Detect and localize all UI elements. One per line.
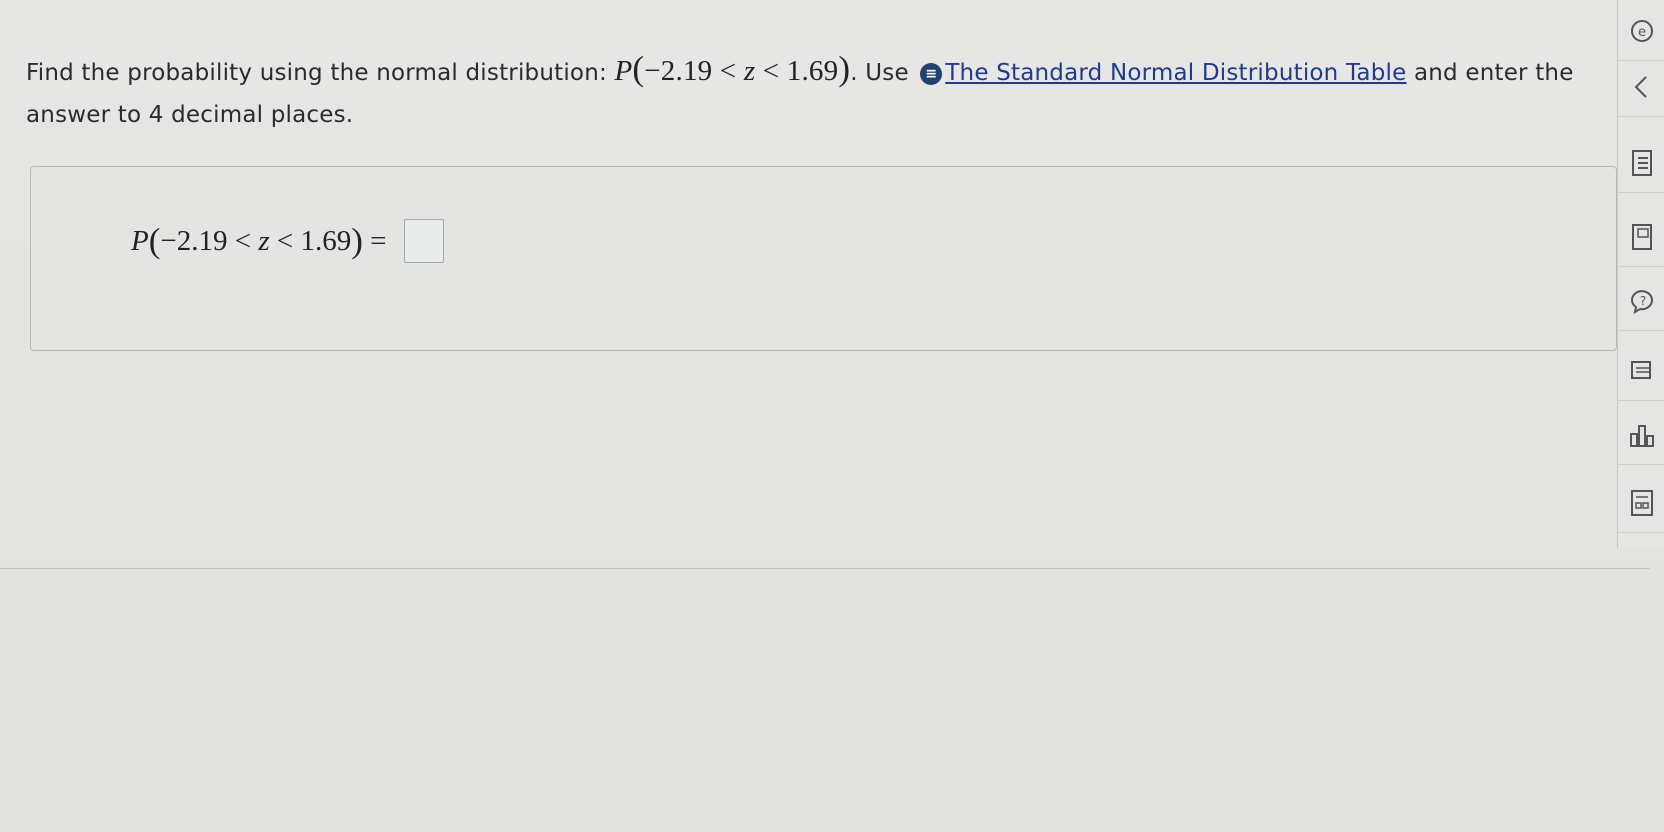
- math-variable: z: [743, 55, 756, 87]
- math-p: P: [131, 224, 149, 257]
- math-p: P: [614, 55, 633, 87]
- question-math: P(−2.19 < z < 1.69): [614, 49, 850, 88]
- help-icon: ?: [1629, 288, 1655, 318]
- question-use-text: . Use: [850, 60, 917, 86]
- toolbar-item-collapse[interactable]: [1618, 62, 1664, 117]
- bar-chart-icon: [1629, 422, 1655, 452]
- math-less-than: <: [712, 55, 744, 87]
- math-variable: z: [258, 224, 270, 257]
- math-lower-bound: −2.19: [160, 224, 228, 257]
- math-close-paren: ): [351, 221, 363, 260]
- circle-e-icon: e: [1629, 18, 1655, 48]
- toolbar-item-list[interactable]: [1618, 138, 1664, 193]
- list-icon: [1630, 149, 1654, 181]
- toolbar-item-statcrunch[interactable]: [1618, 410, 1664, 465]
- answer-equation: P(−2.19 < z < 1.69) =: [131, 219, 444, 263]
- table-info-icon[interactable]: ≡: [920, 63, 943, 85]
- answer-input[interactable]: [403, 219, 444, 263]
- question-intro: Find the probability using the normal di…: [26, 60, 615, 86]
- toolbar-item-print[interactable]: [1618, 346, 1664, 401]
- side-toolbar: e ?: [1617, 0, 1664, 548]
- svg-text:?: ?: [1639, 294, 1645, 308]
- math-equals: =: [362, 224, 394, 257]
- math-close-paren: ): [838, 49, 851, 88]
- math-upper-bound: 1.69: [300, 224, 352, 257]
- svg-text:e: e: [1638, 25, 1646, 40]
- math-open-paren: (: [148, 221, 161, 260]
- math-less-than: <: [269, 224, 301, 257]
- math-less-than: <: [755, 55, 787, 87]
- print-icon: [1629, 358, 1655, 388]
- math-upper-bound: 1.69: [786, 55, 839, 87]
- question-prompt: Find the probability using the normal di…: [26, 48, 1616, 136]
- toolbar-item-textbook[interactable]: [1618, 212, 1664, 267]
- screen: Find the probability using the normal di…: [0, 0, 1664, 832]
- toolbar-item-help[interactable]: ?: [1618, 276, 1664, 331]
- toolbar-item-ebook[interactable]: e: [1618, 6, 1664, 61]
- math-open-paren: (: [632, 49, 645, 88]
- toolbar-item-calculator[interactable]: [1618, 478, 1664, 533]
- normal-distribution-table-link[interactable]: The Standard Normal Distribution Table: [945, 60, 1406, 86]
- chevron-left-icon: [1632, 74, 1652, 104]
- calculator-icon: [1629, 489, 1655, 521]
- math-lower-bound: −2.19: [644, 55, 713, 87]
- math-less-than: <: [227, 224, 259, 257]
- answer-box: P(−2.19 < z < 1.69) =: [30, 166, 1617, 351]
- textbook-icon: [1630, 223, 1654, 255]
- question-panel: Find the probability using the normal di…: [0, 0, 1650, 569]
